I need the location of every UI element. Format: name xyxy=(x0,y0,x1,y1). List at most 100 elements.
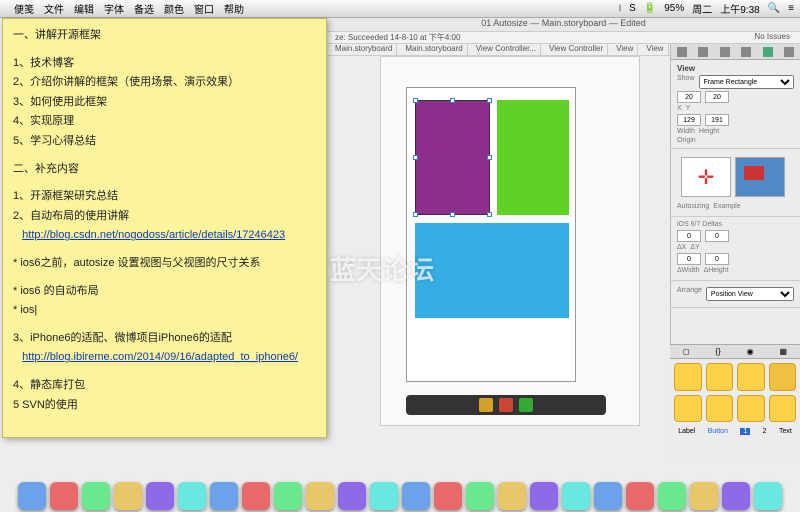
battery-icon[interactable]: 🔋 xyxy=(644,3,656,14)
tab-help-icon[interactable] xyxy=(698,47,708,57)
blue-view[interactable] xyxy=(415,223,569,318)
debug-btn-2[interactable] xyxy=(499,398,513,412)
menu-color[interactable]: 颜色 xyxy=(164,1,184,16)
build-status: ze: Succeeded 14-8-10 at 下午4:00 xyxy=(335,32,460,43)
lib-item[interactable] xyxy=(674,395,702,423)
note-l11: 3、iPhone6的适配、微博项目iPhone6的适配 xyxy=(13,330,316,348)
lib-item[interactable] xyxy=(769,395,797,423)
note-l1: 1、技术博客 xyxy=(13,55,316,73)
jump-0[interactable]: Main.storyboard xyxy=(331,44,397,55)
menu-notes[interactable]: 便笺 xyxy=(14,1,34,16)
lib-item[interactable] xyxy=(737,395,765,423)
dock-app-icon[interactable] xyxy=(338,482,366,510)
y-field[interactable] xyxy=(705,91,729,103)
ib-canvas[interactable] xyxy=(380,56,640,426)
lib-item[interactable] xyxy=(737,363,765,391)
x-field[interactable] xyxy=(677,91,701,103)
autosizing-control[interactable]: ✛ xyxy=(681,157,731,197)
note-url1[interactable]: http://blog.csdn.net/nogodoss/article/de… xyxy=(22,229,285,241)
lib-item[interactable] xyxy=(706,363,734,391)
note-h1: 一、讲解开源框架 xyxy=(13,27,316,45)
dock-app-icon[interactable] xyxy=(658,482,686,510)
menu-window[interactable]: 窗口 xyxy=(194,1,214,16)
menu-help[interactable]: 帮助 xyxy=(224,1,244,16)
debug-btn-3[interactable] xyxy=(519,398,533,412)
tab-identity-icon[interactable] xyxy=(720,47,730,57)
menu-alt[interactable]: 备选 xyxy=(134,1,154,16)
lib-seg1: 1 xyxy=(740,428,750,435)
lib-item[interactable] xyxy=(674,363,702,391)
tab-connections-icon[interactable] xyxy=(784,47,794,57)
dock-app-icon[interactable] xyxy=(466,482,494,510)
inspector-tabs[interactable] xyxy=(671,44,800,60)
dh-label: ΔHeight xyxy=(704,267,729,274)
dx-field[interactable] xyxy=(677,230,701,242)
dh-field[interactable] xyxy=(705,253,729,265)
view-controller[interactable] xyxy=(406,87,576,382)
clock[interactable]: 上午9:38 xyxy=(720,1,759,16)
dock-app-icon[interactable] xyxy=(242,482,270,510)
jump-1[interactable]: Main.storyboard xyxy=(401,44,467,55)
dock-app-icon[interactable] xyxy=(402,482,430,510)
height-field[interactable] xyxy=(705,114,729,126)
note-url2[interactable]: http://blog.ibireme.com/2014/09/16/adapt… xyxy=(22,351,298,363)
lib-item[interactable] xyxy=(769,363,797,391)
dw-field[interactable] xyxy=(677,253,701,265)
dock-app-icon[interactable] xyxy=(434,482,462,510)
dock-app-icon[interactable] xyxy=(18,482,46,510)
battery-pct: 95% xyxy=(664,3,684,14)
dock-app-icon[interactable] xyxy=(754,482,782,510)
jump-2[interactable]: View Controller... xyxy=(472,44,541,55)
purple-view[interactable] xyxy=(415,100,490,215)
sticky-note[interactable]: 一、讲解开源框架 1、技术博客 2、介绍你讲解的框架（使用场景、演示效果） 3、… xyxy=(2,18,327,438)
width-field[interactable] xyxy=(677,114,701,126)
dock-app-icon[interactable] xyxy=(594,482,622,510)
jump-3[interactable]: View Controller xyxy=(545,44,608,55)
tab-size-icon[interactable] xyxy=(763,47,773,57)
dock-app-icon[interactable] xyxy=(530,482,558,510)
notification-icon[interactable]: ≡ xyxy=(788,3,794,14)
origin-label: Origin xyxy=(677,137,794,144)
height-label: Height xyxy=(699,128,719,135)
tab-attributes-icon[interactable] xyxy=(741,47,751,57)
screen-icon[interactable]: S xyxy=(629,3,636,14)
x-label: X xyxy=(677,105,682,112)
wifi-icon[interactable]: ⧙ xyxy=(619,3,621,14)
debug-btn-1[interactable] xyxy=(479,398,493,412)
note-l13: 5 SVN的使用 xyxy=(13,397,316,415)
dock-app-icon[interactable] xyxy=(626,482,654,510)
tab-file-icon[interactable] xyxy=(677,47,687,57)
spotlight-icon[interactable]: 🔍 xyxy=(768,3,780,14)
menu-font[interactable]: 字体 xyxy=(104,1,124,16)
show-select[interactable]: Frame Rectangle xyxy=(699,75,794,89)
dy-field[interactable] xyxy=(705,230,729,242)
dock-app-icon[interactable] xyxy=(690,482,718,510)
note-l9: * ios6 的自动布局 xyxy=(13,283,316,301)
dock-app-icon[interactable] xyxy=(50,482,78,510)
dock-app-icon[interactable] xyxy=(370,482,398,510)
note-l5: 5、学习心得总结 xyxy=(13,133,316,151)
dock-app-icon[interactable] xyxy=(274,482,302,510)
menu-edit[interactable]: 编辑 xyxy=(74,1,94,16)
jump-bar[interactable]: Main.storyboard Main.storyboard View Con… xyxy=(327,44,670,56)
arrange-select[interactable]: Position View xyxy=(706,287,794,301)
dock-app-icon[interactable] xyxy=(722,482,750,510)
dock-app-icon[interactable] xyxy=(498,482,526,510)
canvas-toolbar xyxy=(406,395,606,415)
dock-app-icon[interactable] xyxy=(306,482,334,510)
dock-app-icon[interactable] xyxy=(562,482,590,510)
dock-app-icon[interactable] xyxy=(178,482,206,510)
jump-5[interactable]: View xyxy=(642,44,668,55)
dock-app-icon[interactable] xyxy=(82,482,110,510)
dx-label: ΔX xyxy=(677,244,686,251)
lib-item[interactable] xyxy=(706,395,734,423)
dock xyxy=(0,468,800,512)
menu-file[interactable]: 文件 xyxy=(44,1,64,16)
dock-app-icon[interactable] xyxy=(146,482,174,510)
note-l12: 4、静态库打包 xyxy=(13,377,316,395)
dock-app-icon[interactable] xyxy=(114,482,142,510)
green-view[interactable] xyxy=(497,100,569,215)
jump-4[interactable]: View xyxy=(612,44,638,55)
dock-app-icon[interactable] xyxy=(210,482,238,510)
library-tabs[interactable]: ◻{}◉▦ xyxy=(670,345,800,359)
